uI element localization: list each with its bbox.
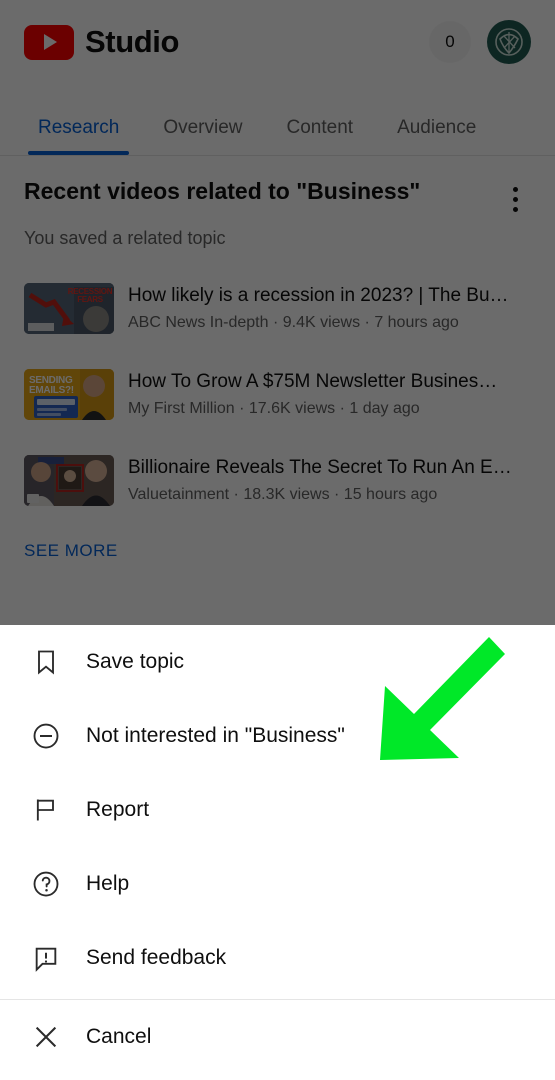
menu-item-report[interactable]: Report xyxy=(0,773,555,847)
tab-research[interactable]: Research xyxy=(16,117,141,155)
menu-item-label: Help xyxy=(86,872,130,895)
menu-item-help[interactable]: Help xyxy=(0,847,555,921)
tab-overview-label: Overview xyxy=(163,117,243,138)
table-row[interactable]: Billionaire Reveals The Secret To Run An… xyxy=(0,437,555,523)
related-videos-list: RECESSION FEARS How likely is a recessio… xyxy=(0,265,555,523)
tab-content-label: Content xyxy=(286,117,354,138)
menu-item-label: Send feedback xyxy=(86,946,227,969)
app-header: Studio 0 xyxy=(0,0,555,84)
page-title: Recent videos related to "Business" xyxy=(24,178,421,204)
header-actions: 0 xyxy=(429,20,531,64)
tab-research-label: Research xyxy=(38,117,120,138)
section-header-row: Recent videos related to "Business" xyxy=(24,178,531,218)
tab-audience-label: Audience xyxy=(397,117,477,138)
menu-item-cancel[interactable]: Cancel xyxy=(0,1000,555,1074)
feedback-icon xyxy=(28,940,64,976)
thumbnail-caption: SENDING EMAILS?! xyxy=(29,374,74,396)
thumbnail-caption: RECESSION FEARS xyxy=(67,286,113,304)
video-thumbnail xyxy=(24,454,114,506)
section-subtitle: You saved a related topic xyxy=(24,228,226,248)
video-thumbnail: RECESSION FEARS xyxy=(24,282,114,334)
menu-item-save-topic[interactable]: Save topic xyxy=(0,625,555,699)
video-info: How To Grow A $75M Newsletter Busines… M… xyxy=(128,370,531,419)
video-title: How likely is a recession in 2023? | The… xyxy=(128,284,509,306)
see-more-link[interactable]: SEE MORE xyxy=(0,523,555,579)
menu-item-not-interested[interactable]: Not interested in "Business" xyxy=(0,699,555,773)
video-title: How To Grow A $75M Newsletter Busines… xyxy=(128,370,498,392)
youtube-play-icon xyxy=(24,24,74,60)
tab-audience[interactable]: Audience xyxy=(375,117,498,155)
app-root: Studio 0 Research Overview Content Audie… xyxy=(0,0,555,1080)
avatar[interactable] xyxy=(487,20,531,64)
menu-item-label: Report xyxy=(86,798,150,821)
channel-avatar-icon xyxy=(495,28,523,56)
menu-item-label: Save topic xyxy=(86,650,185,673)
tab-content[interactable]: Content xyxy=(265,117,376,155)
menu-item-label: Cancel xyxy=(86,1025,152,1048)
app-background: Studio 0 Research Overview Content Audie… xyxy=(0,0,555,625)
notification-count-badge[interactable]: 0 xyxy=(429,21,471,63)
bottom-sheet-menu: Save topic Not interested in "Business" … xyxy=(0,625,555,1080)
brand-name: Studio xyxy=(85,24,180,59)
tab-overview[interactable]: Overview xyxy=(141,117,264,155)
notification-count-value: 0 xyxy=(445,32,455,51)
bookmark-icon xyxy=(28,644,64,680)
video-title: Billionaire Reveals The Secret To Run An… xyxy=(128,456,512,478)
menu-item-label: Not interested in "Business" xyxy=(86,724,345,747)
video-info: How likely is a recession in 2023? | The… xyxy=(128,284,531,333)
table-row[interactable]: RECESSION FEARS How likely is a recessio… xyxy=(0,265,555,351)
video-info: Billionaire Reveals The Secret To Run An… xyxy=(128,456,531,505)
question-circle-icon xyxy=(28,866,64,902)
video-meta: ABC News In-depth · 9.4K views · 7 hours… xyxy=(128,314,459,332)
video-meta: My First Million · 17.6K views · 1 day a… xyxy=(128,400,420,418)
primary-tabs: Research Overview Content Audience xyxy=(0,84,555,156)
menu-item-send-feedback[interactable]: Send feedback xyxy=(0,921,555,995)
studio-brand[interactable]: Studio xyxy=(24,24,179,60)
close-icon xyxy=(28,1019,64,1055)
research-section: Recent videos related to "Business" You … xyxy=(0,156,555,249)
flag-icon xyxy=(28,792,64,828)
table-row[interactable]: SENDING EMAILS?! How To Grow A $75M News… xyxy=(0,351,555,437)
video-meta: Valuetainment · 18.3K views · 15 hours a… xyxy=(128,486,438,504)
minus-circle-icon xyxy=(28,718,64,754)
more-vertical-icon[interactable] xyxy=(499,178,531,218)
video-thumbnail: SENDING EMAILS?! xyxy=(24,368,114,420)
